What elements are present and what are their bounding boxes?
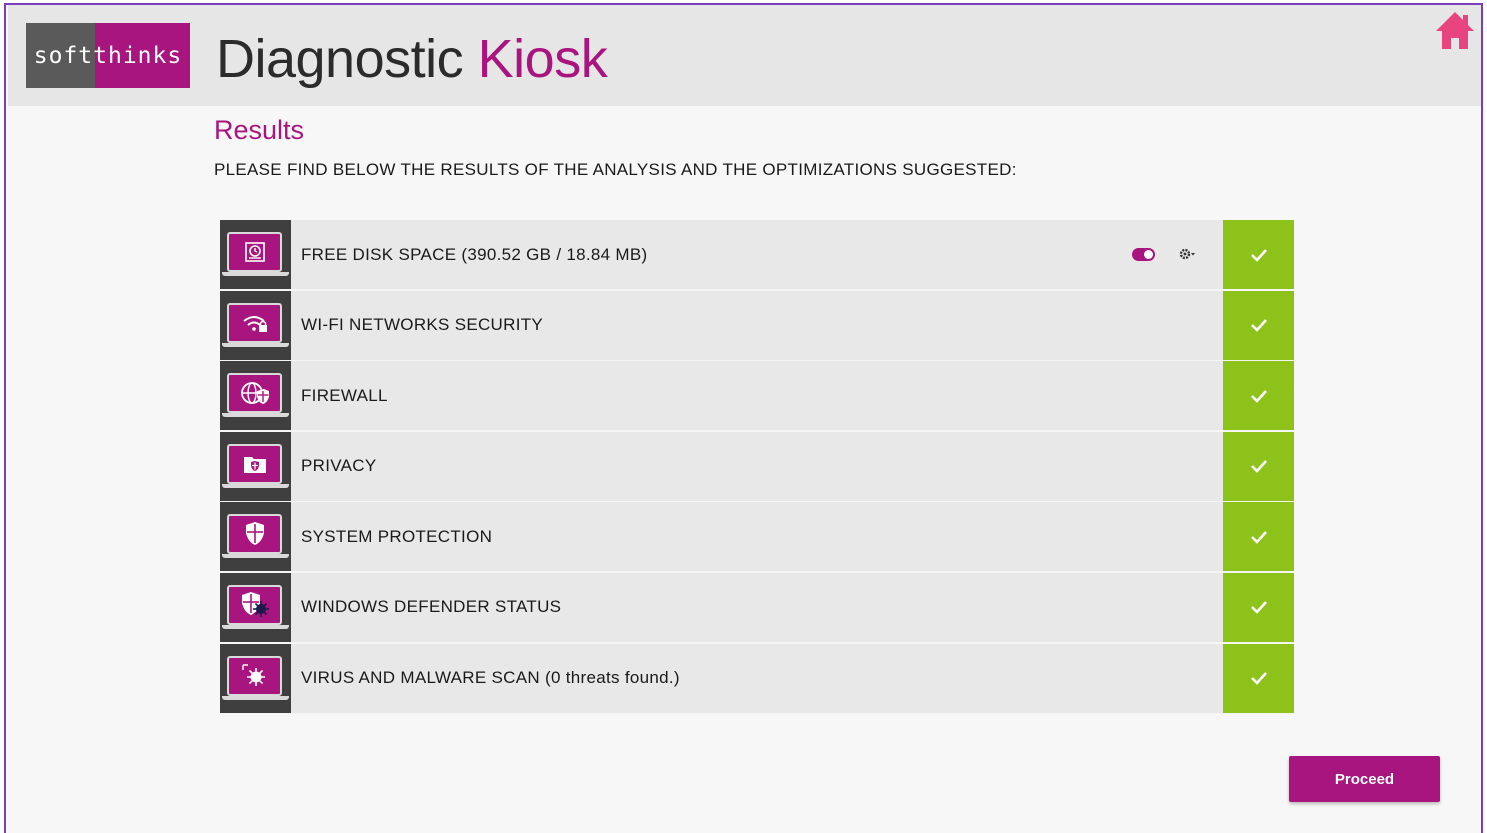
settings-dropdown-button[interactable] [1178,246,1198,262]
proceed-button[interactable]: Proceed [1289,756,1440,802]
shield-icon [227,514,282,555]
checkmark-icon [1250,672,1267,685]
result-label: FREE DISK SPACE (390.52 GB / 18.84 MB) [301,244,648,264]
gear-icon [1179,248,1195,260]
results-heading: Results [214,115,305,145]
home-icon [1436,12,1474,49]
status-success [1223,502,1294,572]
result-label: WINDOWS DEFENDER STATUS [301,597,562,617]
softthinks-logo: softthinks [26,23,190,88]
result-row-firewall: FIREWALL [220,361,1294,432]
checkmark-icon [1250,531,1267,544]
wifi-lock-icon [227,302,282,343]
globe-shield-icon [227,373,282,414]
checkmark-icon [1250,319,1267,332]
result-row-free-disk-space: FREE DISK SPACE (390.52 GB / 18.84 MB) [220,220,1294,290]
folder-shield-icon [227,443,282,484]
status-success [1223,290,1294,360]
logo-text: softthinks [33,42,183,69]
virus-scan-icon [227,655,282,696]
result-row-wifi-security: WI-FI NETWORKS SECURITY [220,290,1294,361]
status-success [1223,431,1294,501]
result-label: VIRUS AND MALWARE SCAN (0 threats found.… [301,668,680,688]
result-row-windows-defender: WINDOWS DEFENDER STATUS [220,572,1294,643]
results-subtitle: PLEASE FIND BELOW THE RESULTS OF THE ANA… [214,160,1017,179]
result-row-virus-malware-scan: VIRUS AND MALWARE SCAN (0 threats found.… [220,643,1294,714]
result-label: WI-FI NETWORKS SECURITY [301,315,544,335]
result-label: PRIVACY [301,456,377,476]
checkmark-icon [1250,248,1267,262]
result-label: SYSTEM PROTECTION [301,526,493,546]
disk-cleanup-icon [227,232,282,272]
home-button[interactable] [1435,9,1475,51]
header: softthinks Diagnostic Kiosk [8,5,1481,106]
result-row-system-protection: SYSTEM PROTECTION [220,502,1294,573]
checkmark-icon [1250,389,1267,403]
title-kiosk: Kiosk [477,29,608,89]
results-list: FREE DISK SPACE (390.52 GB / 18.84 MB) W… [220,220,1294,714]
status-success [1223,643,1294,713]
result-row-privacy: PRIVACY [220,431,1294,502]
status-success [1223,361,1294,431]
result-label: FIREWALL [301,385,388,405]
checkmark-icon [1250,460,1267,474]
shield-virus-icon [227,584,282,625]
status-success [1223,220,1294,289]
checkmark-icon [1250,601,1267,615]
page-title: Diagnostic Kiosk [216,27,608,91]
title-diagnostic: Diagnostic [216,29,464,89]
app-window: softthinks Diagnostic Kiosk Results PLEA… [4,3,1483,833]
status-success [1223,572,1294,642]
optimize-toggle[interactable] [1132,248,1155,261]
